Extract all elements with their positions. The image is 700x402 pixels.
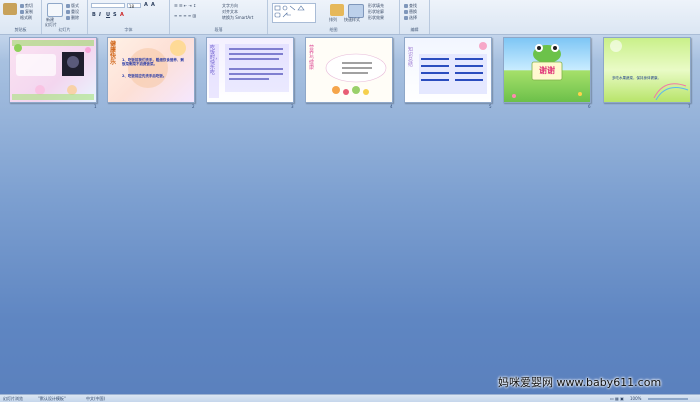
- view-buttons[interactable]: ▭ ▦ ▣: [610, 396, 624, 401]
- slide-6-title: 谢谢: [539, 66, 555, 75]
- paste-icon[interactable]: [3, 3, 17, 15]
- ribbon: 剪切 复制 格式刷 剪贴板 新建 幻灯片 版式 重设 删除 幻灯片 18 A A…: [0, 0, 700, 35]
- watermark: 妈咪爱婴网 www.baby611.com: [498, 376, 662, 389]
- zoom-level[interactable]: 100%: [630, 396, 641, 401]
- slide-3-title: 吃饭时，快乐吃: [210, 45, 221, 76]
- replace-label: 替换: [409, 9, 417, 14]
- slide-4-title: 营养与健康: [309, 45, 315, 71]
- align-icons[interactable]: ≡ ≡ ≡ ≡ ▥: [174, 13, 196, 18]
- slide-number-5: 5: [489, 104, 492, 109]
- select-label: 选择: [409, 15, 417, 20]
- shrink-font-icon[interactable]: A: [151, 2, 155, 8]
- slide-2-text1: 1、吃饭前我们洗手，粗细饮食营养、剩饭菜剩菜不浪费饭菜。: [122, 58, 184, 66]
- view-mode-label: 幻灯片浏览: [3, 396, 23, 401]
- slide-5-art: [419, 42, 487, 94]
- slide-number-1: 1: [94, 104, 97, 109]
- bullets-icon[interactable]: ☰ ☰ ⇤ ⇥ ↕: [174, 3, 196, 8]
- font-group: 18 A A B I U S A 字体: [88, 0, 170, 34]
- delete-button[interactable]: 删除: [66, 15, 79, 21]
- slide-thumbnail-1[interactable]: [9, 37, 97, 103]
- smartart-button[interactable]: 转换为 SmartArt: [222, 15, 253, 21]
- slide-4-art: [325, 53, 387, 95]
- font-size-combo[interactable]: 18: [127, 3, 141, 9]
- slide-thumbnail-5[interactable]: 知识总结: [404, 37, 492, 103]
- strike-icon[interactable]: S: [113, 12, 117, 18]
- format-painter-button[interactable]: 格式刷: [20, 15, 32, 21]
- font-label: 字体: [124, 27, 133, 32]
- clipboard-group: 剪切 复制 格式刷 剪贴板: [0, 0, 42, 34]
- arrange-icon[interactable]: [330, 4, 344, 16]
- slide-thumbnail-3[interactable]: 吃饭时，快乐吃: [206, 37, 294, 103]
- theme-label: "默认设计模板": [38, 396, 66, 401]
- slide-number-4: 4: [390, 104, 393, 109]
- slide-number-7: 7: [688, 104, 691, 109]
- shape-effects-button[interactable]: 形状效果: [368, 15, 384, 21]
- slide-5-title: 知识总结: [408, 47, 414, 68]
- italic-icon[interactable]: I: [99, 12, 101, 18]
- font-color-icon[interactable]: A: [120, 12, 124, 18]
- slide-number-6: 6: [588, 104, 591, 109]
- slide-7-text: 多吃水果蔬菜，保持身体健康。: [612, 76, 661, 80]
- slide-thumbnail-2[interactable]: 健康快乐 1、吃饭前我们洗手，粗细饮食营养、剩饭菜剩菜不浪费饭菜。 2、吃饭前应…: [107, 37, 195, 103]
- font-size-value: 18: [129, 4, 135, 9]
- slide-2-title: 健康快乐: [110, 41, 117, 66]
- slide-2-text2: 2、吃饭前应先洗手后吃饭。: [122, 74, 167, 78]
- drawing-label: 绘图: [329, 27, 338, 32]
- quick-styles-button[interactable]: 快速样式: [344, 17, 360, 23]
- font-name-combo[interactable]: [91, 3, 125, 8]
- shapes-gallery[interactable]: [272, 3, 316, 23]
- quick-styles-icon[interactable]: [348, 4, 364, 18]
- editing-label: 编辑: [410, 27, 419, 32]
- arrange-button[interactable]: 排列: [329, 17, 337, 23]
- slide-7-art: [610, 40, 689, 101]
- slide-number-2: 2: [192, 104, 195, 109]
- new-slide-icon[interactable]: [47, 3, 63, 17]
- zoom-slider[interactable]: [648, 398, 688, 400]
- grow-font-icon[interactable]: A: [144, 2, 148, 8]
- slide-1-art: [12, 40, 94, 100]
- drawing-group: 排列 快速样式 形状填充 形状轮廓 形状效果 绘图: [268, 0, 400, 34]
- language-label: 中文(中国): [86, 396, 106, 401]
- slide-thumbnail-6[interactable]: 谢谢: [503, 37, 591, 103]
- slide-thumbnail-4[interactable]: 营养与健康: [305, 37, 393, 103]
- slide-thumbnail-7[interactable]: 多吃水果蔬菜，保持身体健康。: [603, 37, 691, 103]
- editing-group: 查找 替换 选择 编辑: [400, 0, 430, 34]
- slide-2-art: [128, 40, 186, 88]
- slides-group: 新建 幻灯片 版式 重设 删除 幻灯片: [42, 0, 88, 34]
- bold-icon[interactable]: B: [92, 12, 96, 18]
- paragraph-label: 段落: [214, 27, 223, 32]
- slides-label: 幻灯片: [58, 27, 71, 32]
- select-button[interactable]: 选择: [404, 15, 417, 21]
- underline-icon[interactable]: U: [106, 12, 110, 18]
- slide-number-3: 3: [291, 104, 294, 109]
- find-label: 查找: [409, 3, 417, 8]
- paragraph-group: ☰ ☰ ⇤ ⇥ ↕ 文字方向 对齐文本 ≡ ≡ ≡ ≡ ▥ 转换为 SmartA…: [170, 0, 268, 34]
- clipboard-label: 剪贴板: [14, 27, 27, 32]
- slide-3-art: [209, 44, 289, 98]
- shapes-icons: [274, 5, 305, 18]
